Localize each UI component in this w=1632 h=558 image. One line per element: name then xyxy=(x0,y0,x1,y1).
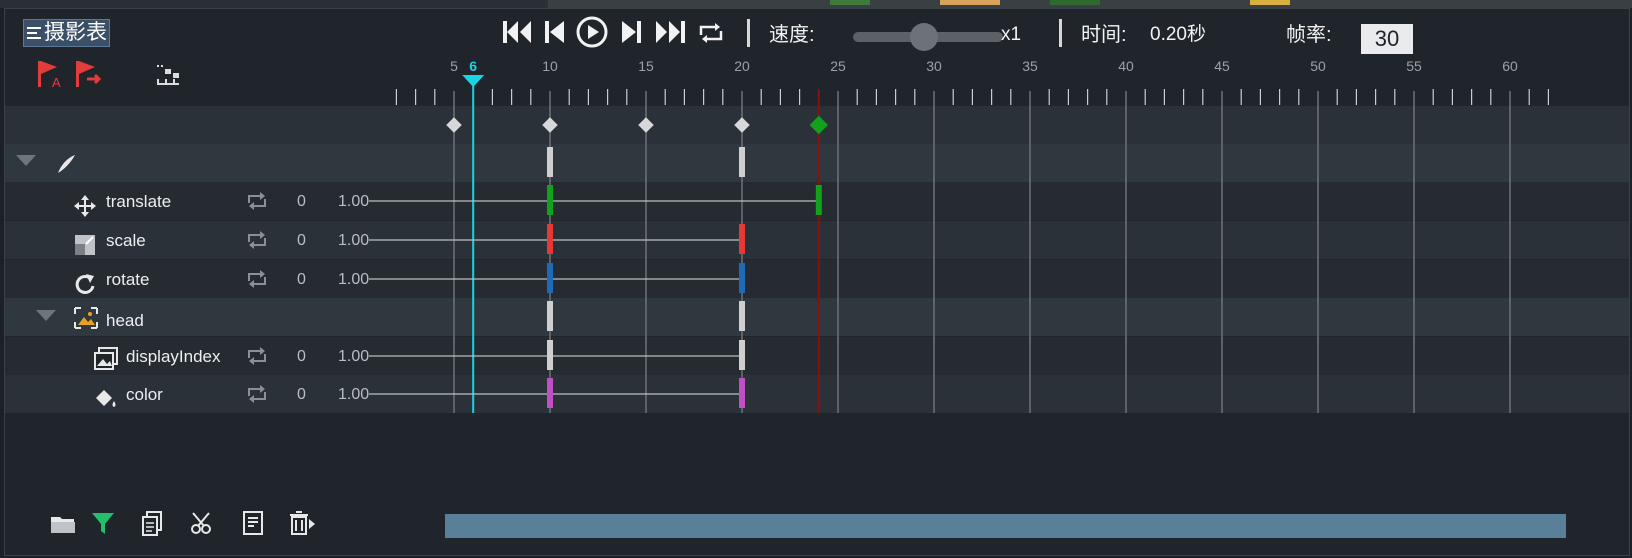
displayindex-key xyxy=(739,340,745,370)
track-name-translate[interactable]: translate xyxy=(106,192,171,212)
scale-icon xyxy=(75,235,95,255)
track-weight[interactable]: 1.00 xyxy=(338,231,369,251)
ruler-tick-label: 35 xyxy=(1022,58,1038,74)
translate-key xyxy=(815,185,822,215)
current-frame-label: 6 xyxy=(469,58,477,74)
track-loop-count: 0 xyxy=(297,348,306,365)
loop-toggle-icon[interactable] xyxy=(245,229,269,256)
folder-icon[interactable] xyxy=(49,509,77,537)
paste-icon[interactable] xyxy=(239,509,267,537)
rotate-icon xyxy=(75,274,95,294)
rotate-key xyxy=(547,263,553,293)
ruler-tick-label: 20 xyxy=(734,58,750,74)
slot-summary-key xyxy=(739,301,745,331)
ruler-tick-label: 60 xyxy=(1502,58,1518,74)
timeline-panel: 摄影表 速度: x1 时间: 0.20秒 帧率: 30 A 5 10 15 20… xyxy=(4,8,1630,556)
layers-icon xyxy=(94,347,118,370)
ruler-tick-label: 30 xyxy=(926,58,942,74)
delete-icon[interactable] xyxy=(287,509,319,537)
track-weight[interactable]: 1.00 xyxy=(338,385,369,405)
move-icon xyxy=(74,195,96,217)
ruler-tick-label: 45 xyxy=(1214,58,1230,74)
loop-toggle-icon[interactable] xyxy=(245,190,269,217)
ruler-tick-label: 55 xyxy=(1406,58,1422,74)
loop-toggle-icon[interactable] xyxy=(245,383,269,410)
ruler-tick-label: 50 xyxy=(1310,58,1326,74)
track-name-scale[interactable]: scale xyxy=(106,231,146,251)
track-loop-count: 0 xyxy=(297,386,306,403)
track-loop-count: 0 xyxy=(297,271,306,288)
playhead-handle xyxy=(462,75,485,87)
slot-summary-key xyxy=(547,301,553,331)
track-loop-count: 0 xyxy=(297,193,306,210)
displayindex-key xyxy=(547,340,553,370)
bone-summary-key xyxy=(547,147,553,177)
bone-summary-key xyxy=(739,147,745,177)
top-strip xyxy=(0,0,1632,8)
color-key xyxy=(547,378,553,408)
scale-key xyxy=(547,224,553,254)
track-row-bg xyxy=(5,144,1629,182)
ruler-tick-label: 25 xyxy=(830,58,846,74)
loop-toggle-icon[interactable] xyxy=(245,268,269,295)
track-weight[interactable]: 1.00 xyxy=(338,270,369,290)
bone-icon xyxy=(58,155,75,173)
ruler-tick-label: 10 xyxy=(542,58,558,74)
track-name-color[interactable]: color xyxy=(126,385,163,405)
translate-key xyxy=(547,185,553,215)
track-loop-count: 0 xyxy=(297,232,306,249)
ruler-tick-label: 40 xyxy=(1118,58,1134,74)
cut-icon[interactable] xyxy=(189,509,219,537)
horizontal-scrollbar[interactable] xyxy=(445,514,1566,538)
track-name-displayindex[interactable]: displayIndex xyxy=(126,347,221,367)
track-weight[interactable]: 1.00 xyxy=(338,192,369,212)
track-name-rotate[interactable]: rotate xyxy=(106,270,149,290)
rotate-key xyxy=(739,263,745,293)
expand-arrow-icon[interactable] xyxy=(15,154,37,168)
loop-toggle-icon[interactable] xyxy=(245,345,269,372)
filter-icon[interactable] xyxy=(89,509,117,537)
slot-image-icon xyxy=(74,307,98,329)
slot-name: head xyxy=(106,311,144,330)
paint-bucket-icon xyxy=(96,390,116,407)
track-weight[interactable]: 1.00 xyxy=(338,347,369,367)
expand-arrow-icon[interactable] xyxy=(35,309,57,323)
color-key xyxy=(739,378,745,408)
ruler-tick-label: 5 xyxy=(450,58,458,74)
copy-icon[interactable] xyxy=(139,509,167,537)
scale-key xyxy=(739,224,745,254)
track-row-bg xyxy=(5,298,1629,336)
ruler-tick-label: 15 xyxy=(638,58,654,74)
